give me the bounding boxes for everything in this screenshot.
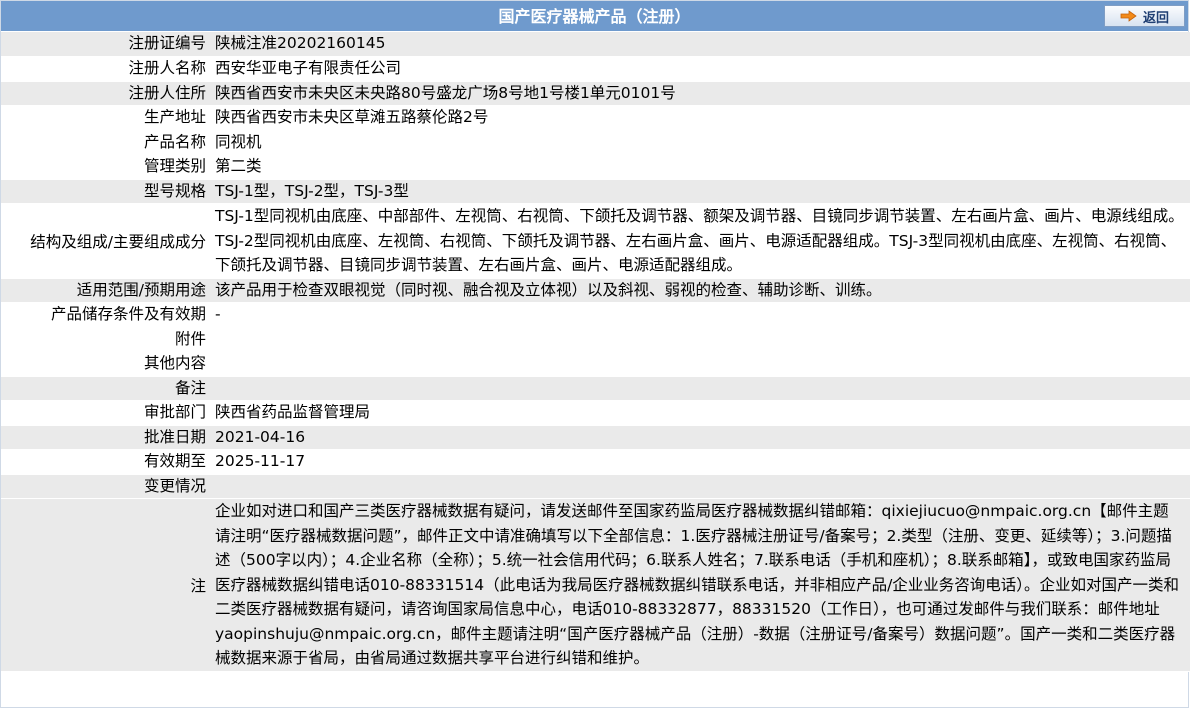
table-row: 附件 <box>1 327 1190 352</box>
field-label: 注册人名称 <box>1 56 213 82</box>
field-value: TSJ-1型，TSJ-2型，TSJ-3型 <box>213 179 1190 204</box>
field-value: 陕西省西安市未央区草滩五路蔡伦路2号 <box>213 105 1190 131</box>
page-header: 国产医疗器械产品（注册） 返回 <box>1 1 1188 32</box>
field-label: 变更情况 <box>1 474 213 499</box>
field-label: 注册证编号 <box>1 32 213 57</box>
field-label: 附件 <box>1 327 213 352</box>
field-value: 该产品用于检查双眼视觉（同时视、融合视及立体视）以及斜视、弱视的检查、辅助诊断、… <box>213 278 1190 303</box>
field-label: 产品储存条件及有效期 <box>1 302 213 328</box>
field-value: 陕械注准20202160145 <box>213 32 1190 57</box>
back-button[interactable]: 返回 <box>1104 5 1185 27</box>
field-label: 管理类别 <box>1 154 213 180</box>
field-value: 同视机 <box>213 130 1190 155</box>
field-label: 型号规格 <box>1 179 213 204</box>
field-label: 结构及组成/主要组成成分 <box>1 203 213 279</box>
field-label: 生产地址 <box>1 105 213 131</box>
field-value: 陕西省药品监督管理局 <box>213 400 1190 426</box>
table-row: 审批部门 陕西省药品监督管理局 <box>1 400 1190 426</box>
table-row: 有效期至 2025-11-17 <box>1 449 1190 475</box>
table-row: 备注 <box>1 376 1190 401</box>
field-value: 陕西省西安市未央区未央路80号盛龙广场8号地1号楼1单元0101号 <box>213 81 1190 106</box>
field-label: 批准日期 <box>1 425 213 450</box>
field-value: 第二类 <box>213 154 1190 180</box>
field-label: 注册人住所 <box>1 81 213 106</box>
field-label: 审批部门 <box>1 400 213 426</box>
table-row: 结构及组成/主要组成成分 TSJ-1型同视机由底座、中部部件、左视筒、右视筒、下… <box>1 203 1190 279</box>
field-value <box>213 327 1190 352</box>
table-row: 产品名称 同视机 <box>1 130 1190 155</box>
table-row: 注 企业如对进口和国产三类医疗器械数据有疑问，请发送邮件至国家药监局医疗器械数据… <box>1 498 1190 672</box>
detail-page: 国产医疗器械产品（注册） 返回 注册证编号 陕械注准20202160145 注册… <box>0 0 1190 708</box>
table-row: 注册证编号 陕械注准20202160145 <box>1 32 1190 57</box>
field-label: 产品名称 <box>1 130 213 155</box>
back-button-label: 返回 <box>1142 10 1169 26</box>
arrow-right-icon <box>1120 10 1137 22</box>
table-row: 注册人名称 西安华亚电子有限责任公司 <box>1 56 1190 82</box>
page-title: 国产医疗器械产品（注册） <box>498 7 691 26</box>
table-row: 适用范围/预期用途 该产品用于检查双眼视觉（同时视、融合视及立体视）以及斜视、弱… <box>1 278 1190 303</box>
field-value <box>213 351 1190 377</box>
field-value <box>213 376 1190 401</box>
notice-text: 企业如对进口和国产三类医疗器械数据有疑问，请发送邮件至国家药监局医疗器械数据纠错… <box>213 498 1190 672</box>
field-value: 2021-04-16 <box>213 425 1190 450</box>
field-value <box>213 474 1190 499</box>
table-row: 产品储存条件及有效期 - <box>1 302 1190 328</box>
field-label: 注 <box>1 498 213 672</box>
detail-table: 注册证编号 陕械注准20202160145 注册人名称 西安华亚电子有限责任公司… <box>1 32 1190 672</box>
table-row: 管理类别 第二类 <box>1 154 1190 180</box>
field-value: 2025-11-17 <box>213 449 1190 475</box>
table-row: 生产地址 陕西省西安市未央区草滩五路蔡伦路2号 <box>1 105 1190 131</box>
field-label: 有效期至 <box>1 449 213 475</box>
field-value: 西安华亚电子有限责任公司 <box>213 56 1190 82</box>
field-label: 适用范围/预期用途 <box>1 278 213 303</box>
table-row: 型号规格 TSJ-1型，TSJ-2型，TSJ-3型 <box>1 179 1190 204</box>
table-row: 注册人住所 陕西省西安市未央区未央路80号盛龙广场8号地1号楼1单元0101号 <box>1 81 1190 106</box>
field-value: TSJ-1型同视机由底座、中部部件、左视筒、右视筒、下颌托及调节器、额架及调节器… <box>213 203 1190 279</box>
table-row: 变更情况 <box>1 474 1190 499</box>
table-row: 其他内容 <box>1 351 1190 377</box>
table-row: 批准日期 2021-04-16 <box>1 425 1190 450</box>
field-label: 其他内容 <box>1 351 213 377</box>
field-value: - <box>213 302 1190 328</box>
field-label: 备注 <box>1 376 213 401</box>
